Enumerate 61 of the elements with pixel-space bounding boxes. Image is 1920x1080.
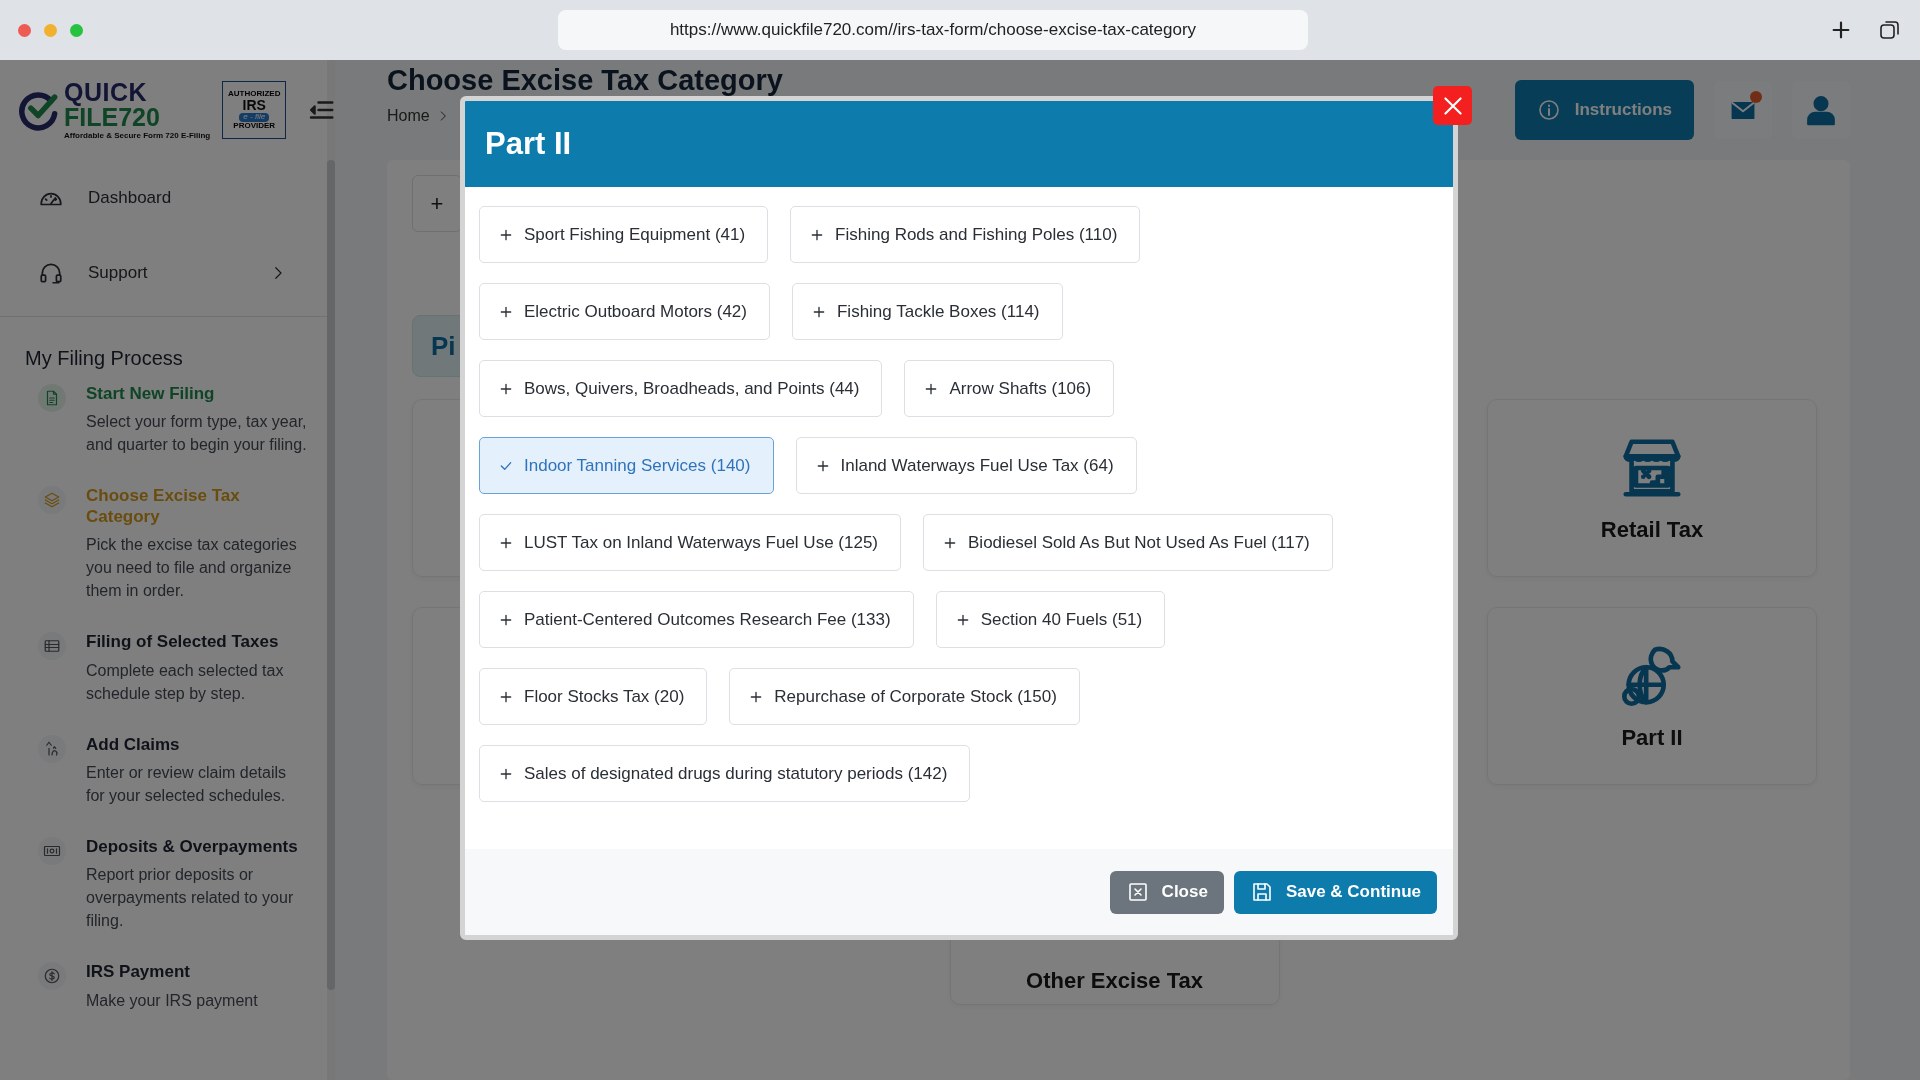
step-title[interactable]: Start New Filing	[86, 384, 307, 405]
option-chip[interactable]: Patient-Centered Outcomes Research Fee (133)	[479, 591, 914, 648]
window-control[interactable]	[70, 23, 83, 37]
step-title[interactable]: Filing of Selected Taxes	[86, 632, 307, 653]
nav-label: Dashboard	[88, 187, 172, 208]
step-description: Pick the excise tax categories you need to file and organize them in order.	[86, 535, 298, 602]
tabs-icon[interactable]	[1878, 18, 1902, 42]
step-description: Enter or review claim details for your selected schedules.	[86, 762, 288, 806]
option-chip[interactable]: Arrow Shafts (106)	[904, 360, 1115, 417]
scrollbar[interactable]	[327, 160, 335, 990]
user-icon	[1804, 93, 1838, 127]
option-chip[interactable]: Sport Fishing Equipment (41)	[479, 206, 769, 263]
nav-item[interactable]: Dashboard	[0, 160, 327, 235]
option-chip[interactable]: LUST Tax on Inland Waterways Fuel Use (125)	[479, 514, 901, 571]
option-chip[interactable]: Repurchase of Corporate Stock (150)	[729, 668, 1080, 725]
badge-text: IRS	[242, 98, 266, 114]
option-chip[interactable]: Electric Outboard Motors (42)	[479, 283, 770, 340]
breadcrumb-link[interactable]: Home	[387, 107, 430, 125]
category-card[interactable]: Part II	[1487, 607, 1817, 785]
url-field[interactable]: https://www.quickfile720.com//irs-tax-form/choose-excise-tax-category	[558, 10, 1308, 50]
step-title[interactable]: Deposits & Overpayments	[86, 836, 307, 858]
option-chip[interactable]: Biodiesel Sold As But Not Used As Fuel (117)	[923, 514, 1333, 571]
info-icon	[1536, 98, 1561, 122]
instructions-button[interactable]: Instructions	[1514, 80, 1694, 140]
option-chip[interactable]: Inland Waterways Fuel Use Tax (64)	[795, 437, 1137, 494]
dollar-icon	[43, 967, 61, 986]
step-description: Select your form type, tax year, and quarter to begin your filing.	[86, 412, 307, 456]
option-chip[interactable]: Floor Stocks Tax (20)	[479, 668, 708, 725]
logo-text: FILE720	[64, 105, 161, 130]
option-chip[interactable]: Fishing Rods and Fishing Poles (110)	[790, 206, 1141, 263]
card-label: Retail Tax	[1600, 517, 1704, 543]
logo-tagline: Affordable & Secure Form 720 E-Filing	[64, 132, 211, 140]
option-chip[interactable]: Sales of designated drugs during statutory periods (142)	[479, 745, 971, 802]
layers-icon	[43, 491, 61, 510]
card-label: Other Excise Tax	[1026, 968, 1203, 994]
close-button[interactable]	[1433, 86, 1472, 125]
badge-text: AUTHORIZED	[228, 90, 281, 99]
step-description: Make your IRS payment	[86, 990, 259, 1011]
option-chip[interactable]: Bows, Quivers, Broadheads, and Points (44)	[479, 360, 883, 417]
step-description: Report prior deposits or overpayments related to your filing.	[86, 865, 295, 932]
badge-text: e - file	[239, 113, 270, 122]
dialog-title: Part II	[485, 126, 572, 162]
step-title[interactable]: IRS Payment	[86, 962, 307, 983]
badge-text: PROVIDER	[233, 121, 276, 130]
nav-label: Support	[88, 262, 148, 283]
card-label: Part II	[1621, 725, 1683, 751]
add-button[interactable]: +	[412, 175, 462, 232]
step-description: Complete each selected tax schedule step by step.	[86, 660, 285, 704]
nav-item[interactable]: Support	[0, 235, 327, 310]
window-control[interactable]	[18, 23, 31, 37]
option-chip[interactable]: Indoor Tanning Services (140)	[479, 437, 774, 494]
page-title: Choose Excise Tax Category	[387, 65, 783, 95]
option-chip[interactable]: Fishing Tackle Boxes (114)	[791, 283, 1063, 340]
close-button[interactable]: Close	[1109, 870, 1224, 914]
category-card[interactable]: Retail Tax	[1487, 399, 1817, 577]
step-title[interactable]: Add Claims	[86, 734, 307, 755]
option-chip[interactable]: Section 40 Fuels (51)	[935, 591, 1166, 648]
section-heading: My Filing Process	[25, 347, 184, 370]
logo-text: QUICK	[64, 80, 149, 105]
save-button[interactable]: Save & Continue	[1233, 870, 1437, 914]
plus-icon[interactable]	[1830, 19, 1852, 41]
